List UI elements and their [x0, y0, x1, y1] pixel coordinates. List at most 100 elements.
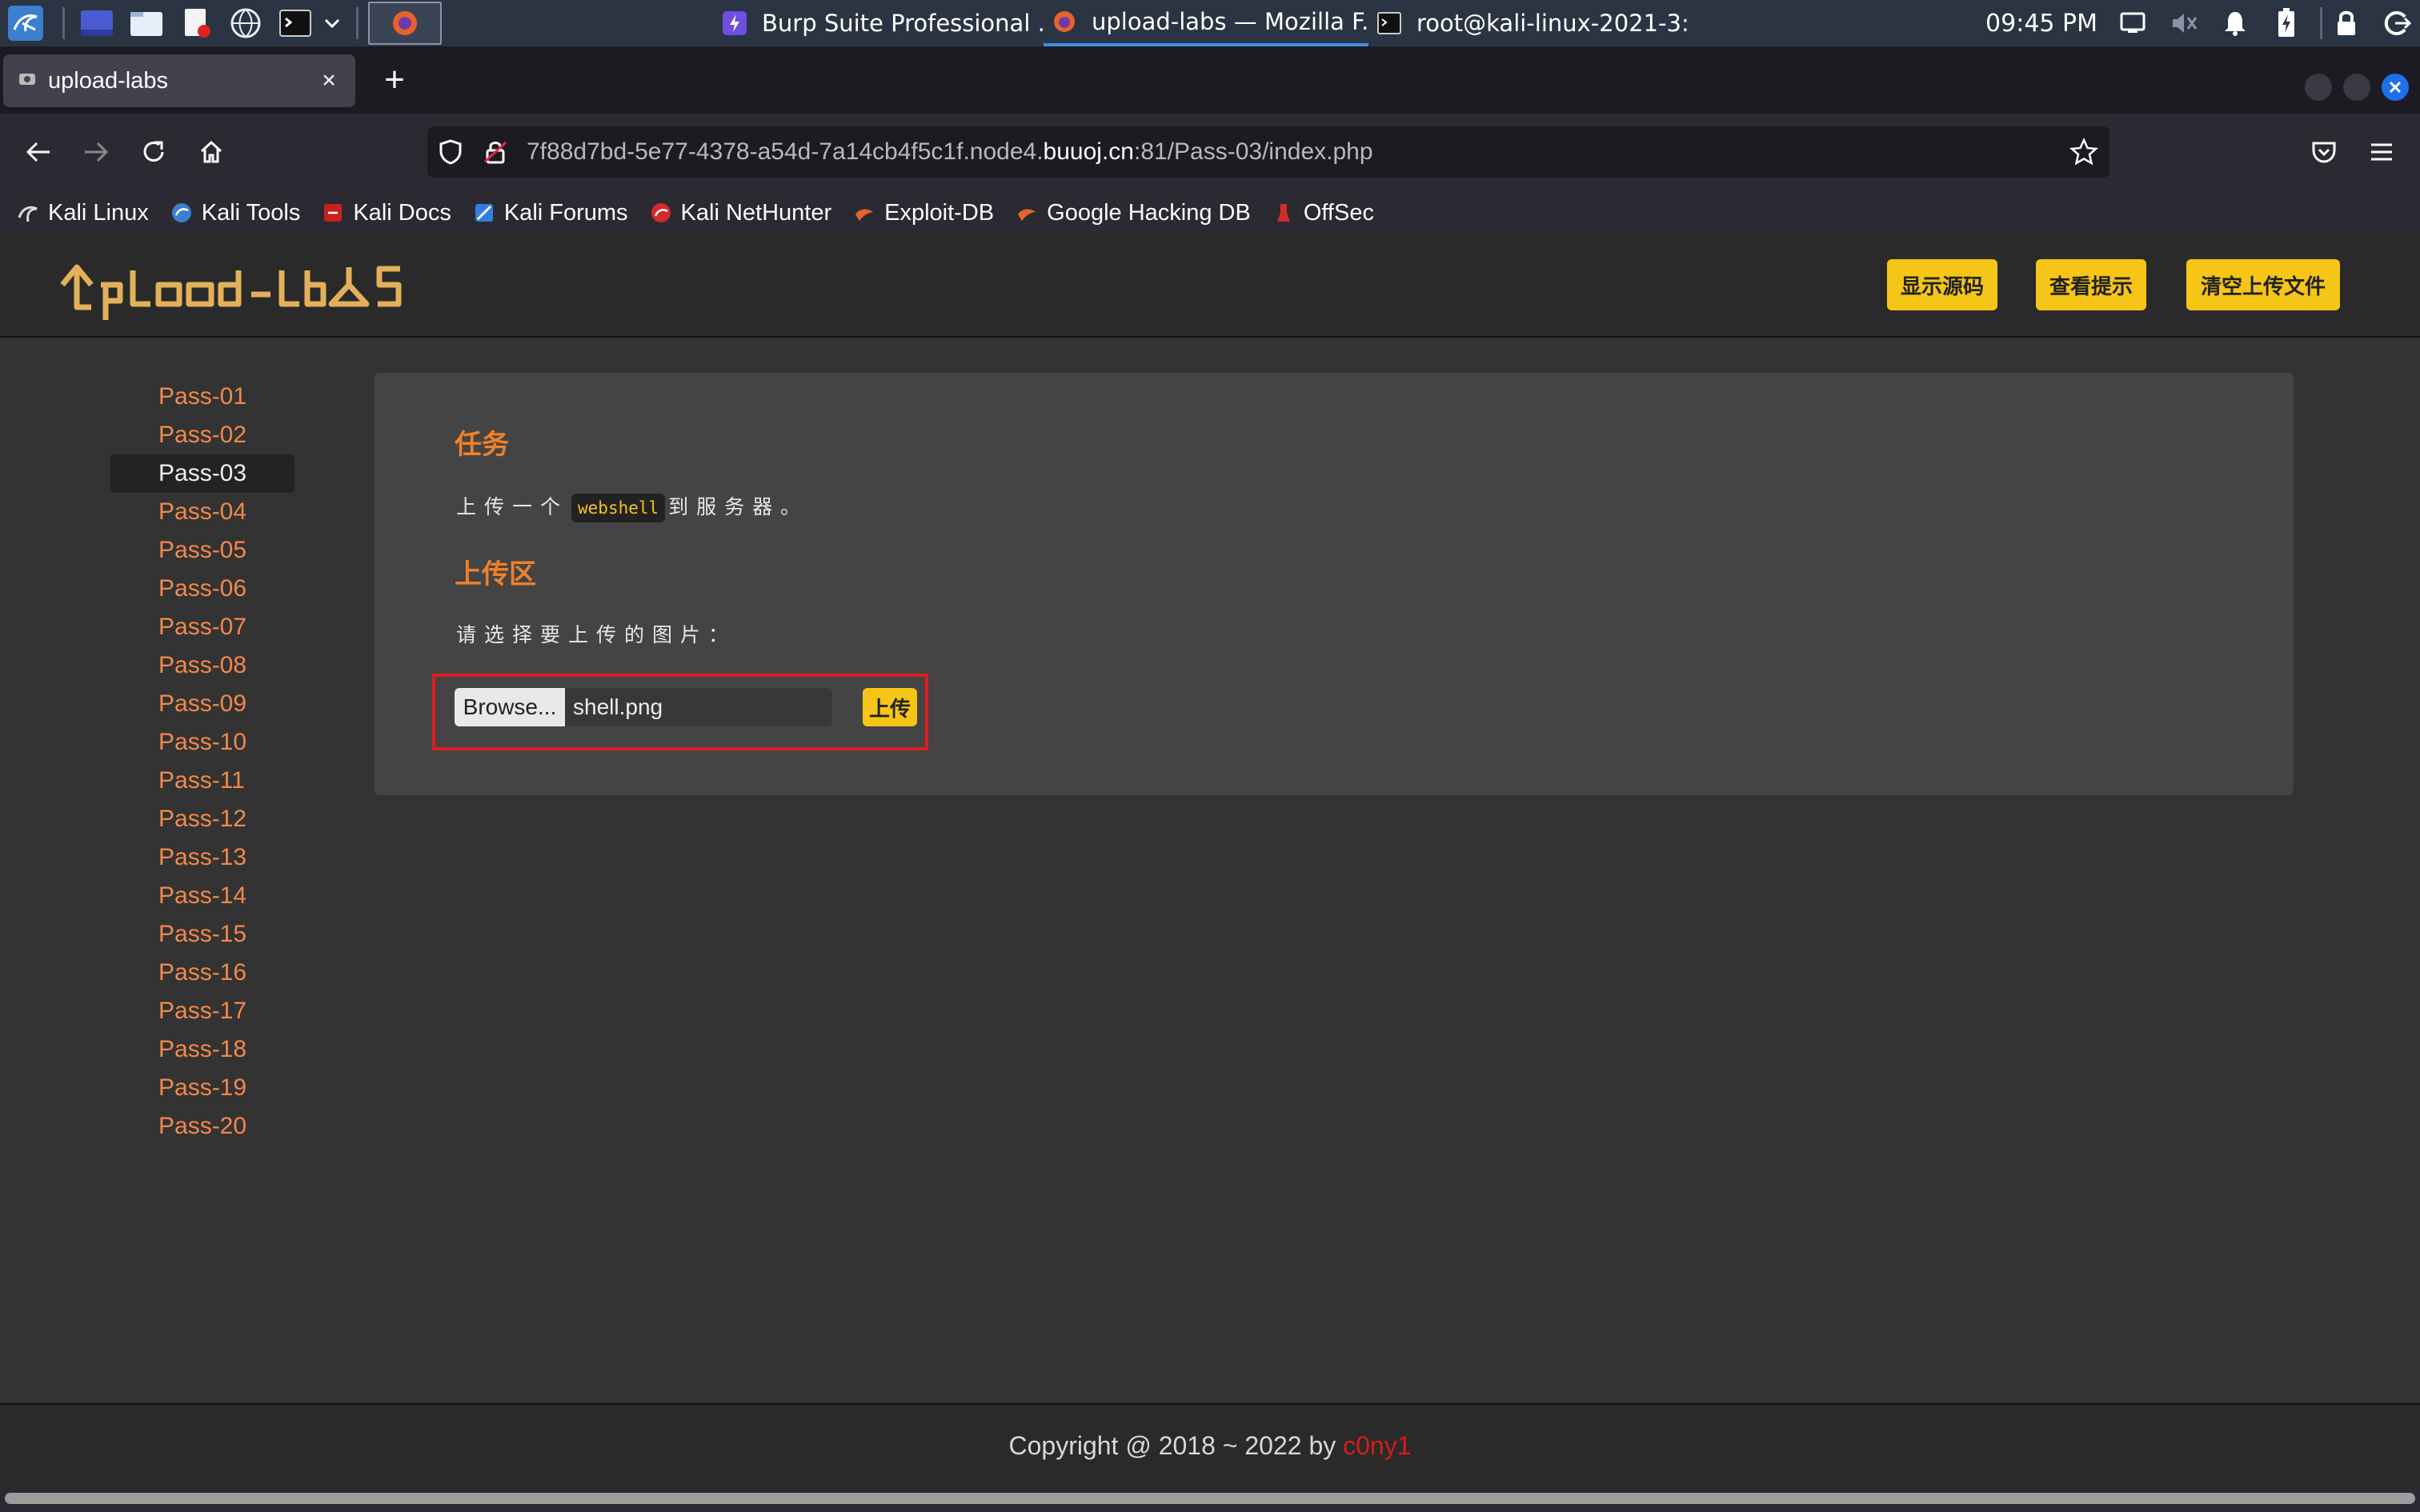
sidebar-item-pass-15[interactable]: Pass-15 — [110, 915, 294, 954]
sidebar-item-pass-05[interactable]: Pass-05 — [110, 531, 294, 570]
url-bar[interactable]: 7f88d7bd-5e77-4378-a54d-7a14cb4f5c1f.nod… — [427, 126, 2109, 178]
bookmark-star-icon[interactable] — [2069, 137, 2099, 170]
volume-muted-icon[interactable] — [2166, 6, 2202, 41]
home-button[interactable] — [192, 133, 230, 171]
maximize-window-button[interactable] — [2343, 74, 2370, 101]
window-button-firefox[interactable]: upload-labs — Mozilla F... — [1044, 0, 1368, 46]
upload-prompt: 请选择要上传的图片： — [456, 623, 737, 646]
app-menu-button[interactable] — [2362, 133, 2401, 171]
scrollbar-thumb[interactable] — [5, 1493, 2415, 1504]
show-source-button[interactable]: 显示源码 — [1887, 259, 1997, 310]
kali-tools-icon — [170, 201, 194, 225]
web-browser-icon[interactable] — [223, 3, 268, 43]
bookmark-kali-forums[interactable]: Kali Forums — [472, 200, 628, 226]
pocket-button[interactable] — [2305, 133, 2343, 171]
home-icon — [200, 140, 222, 163]
exploit-db-icon — [852, 201, 876, 225]
sidebar-item-pass-20[interactable]: Pass-20 — [110, 1107, 294, 1146]
sidebar-item-pass-19[interactable]: Pass-19 — [110, 1069, 294, 1107]
minimize-window-button[interactable] — [2305, 74, 2332, 101]
terminal-icon[interactable] — [273, 3, 318, 43]
sidebar-item-pass-18[interactable]: Pass-18 — [110, 1030, 294, 1069]
workspace-3[interactable] — [525, 2, 599, 45]
clock[interactable]: 09:45 PM — [1985, 10, 2097, 38]
bookmark-kali-linux[interactable]: Kali Linux — [16, 200, 149, 226]
bookmark-label: Kali NetHunter — [680, 199, 832, 226]
forward-button[interactable] — [77, 133, 115, 171]
window-button-terminal[interactable]: root@kali-linux-2021-3: ~ — [1368, 0, 1698, 46]
clear-uploads-button[interactable]: 清空上传文件 — [2186, 259, 2340, 310]
sidebar-item-pass-14[interactable]: Pass-14 — [110, 877, 294, 915]
new-tab-button[interactable]: + — [376, 62, 413, 99]
author-link[interactable]: c0ny1 — [1343, 1431, 1411, 1460]
url-text[interactable]: 7f88d7bd-5e77-4378-a54d-7a14cb4f5c1f.nod… — [527, 126, 1373, 178]
sidebar-item-pass-09[interactable]: Pass-09 — [110, 685, 294, 723]
display-icon[interactable] — [2115, 6, 2150, 41]
bookmark-kali-docs[interactable]: Kali Docs — [321, 200, 451, 226]
tab-close-button[interactable]: × — [317, 67, 341, 94]
bookmark-kali-tools[interactable]: Kali Tools — [170, 199, 301, 226]
shield-icon[interactable] — [439, 139, 463, 169]
sidebar-item-pass-13[interactable]: Pass-13 — [110, 838, 294, 877]
hamburger-menu-icon — [2371, 143, 2392, 161]
bookmark-label: Kali Linux — [48, 199, 149, 226]
back-button[interactable] — [19, 133, 58, 171]
sidebar-item-pass-17[interactable]: Pass-17 — [110, 992, 294, 1030]
selected-file-name[interactable]: shell.png — [565, 688, 832, 726]
url-prefix: 7f88d7bd-5e77-4378-a54d-7a14cb4f5c1f.nod… — [527, 138, 1044, 165]
bookmark-offsec[interactable]: OffSec — [1272, 200, 1374, 226]
bookmark-label: Exploit-DB — [884, 199, 995, 226]
text-editor-icon[interactable] — [174, 3, 218, 43]
ghdb-icon — [1015, 201, 1039, 225]
file-manager-icon[interactable] — [124, 3, 169, 43]
workspace-1[interactable] — [368, 2, 442, 45]
system-tray: 09:45 PM — [1985, 0, 2420, 46]
arrow-right-icon — [85, 142, 109, 162]
window-button-burp[interactable]: Burp Suite Professional ... — [714, 0, 1044, 46]
kali-menu-icon[interactable] — [3, 3, 48, 43]
sidebar-item-pass-04[interactable]: Pass-04 — [110, 493, 294, 531]
close-icon — [2389, 81, 2402, 94]
sidebar-item-pass-03[interactable]: Pass-03 — [110, 454, 294, 493]
lock-icon[interactable] — [2329, 6, 2364, 41]
site-favicon-icon — [18, 70, 37, 93]
kali-dragon-icon — [16, 201, 40, 225]
logout-icon[interactable] — [2380, 6, 2415, 41]
workspace-4[interactable] — [603, 2, 677, 45]
bookmark-exploit-db[interactable]: Exploit-DB — [852, 200, 994, 226]
site-header: 显示源码 查看提示 清空上传文件 — [0, 235, 2420, 338]
view-hint-button[interactable]: 查看提示 — [2036, 259, 2146, 310]
insecure-lock-icon[interactable] — [483, 139, 507, 169]
chevron-down-icon[interactable] — [323, 3, 342, 43]
close-window-button[interactable] — [2382, 74, 2409, 101]
sidebar-item-pass-16[interactable]: Pass-16 — [110, 954, 294, 992]
bookmark-label: Kali Tools — [201, 199, 301, 226]
bookmark-google-hacking-db[interactable]: Google Hacking DB — [1015, 200, 1251, 226]
sidebar-item-pass-01[interactable]: Pass-01 — [110, 378, 294, 416]
task-description: 上传一个 webshell 到服务器。 — [456, 491, 808, 522]
reload-button[interactable] — [134, 133, 173, 171]
upload-labs-logo[interactable] — [56, 253, 424, 324]
bookmark-kali-nethunter[interactable]: Kali NetHunter — [649, 199, 832, 226]
sidebar-item-pass-08[interactable]: Pass-08 — [110, 646, 294, 685]
copyright-text: Copyright @ 2018 ~ 2022 by c0ny1 — [0, 1405, 2420, 1486]
window-title: Burp Suite Professional ... — [762, 10, 1044, 37]
sidebar-item-pass-11[interactable]: Pass-11 — [110, 762, 294, 800]
workspace-2[interactable] — [447, 2, 520, 45]
browse-file-button[interactable]: Browse... — [455, 688, 565, 726]
sidebar-item-pass-10[interactable]: Pass-10 — [110, 723, 294, 762]
panel-separator — [356, 7, 359, 39]
sidebar-item-pass-06[interactable]: Pass-06 — [110, 570, 294, 608]
sidebar-item-pass-07[interactable]: Pass-07 — [110, 608, 294, 646]
upload-submit-button[interactable]: 上传 — [863, 688, 917, 726]
pass-sidebar: Pass-01 Pass-02 Pass-03 Pass-04 Pass-05 Pass-… — [110, 378, 294, 1146]
reload-icon — [143, 141, 164, 162]
notification-bell-icon[interactable] — [2218, 6, 2253, 41]
show-desktop-icon[interactable] — [74, 3, 119, 43]
browser-tab[interactable]: upload-labs × — [3, 54, 355, 107]
horizontal-scrollbar[interactable] — [0, 1485, 2420, 1512]
sidebar-item-pass-12[interactable]: Pass-12 — [110, 800, 294, 838]
site-footer: Copyright @ 2018 ~ 2022 by c0ny1 — [0, 1403, 2420, 1485]
sidebar-item-pass-02[interactable]: Pass-02 — [110, 416, 294, 454]
battery-charging-icon[interactable] — [2269, 6, 2304, 41]
